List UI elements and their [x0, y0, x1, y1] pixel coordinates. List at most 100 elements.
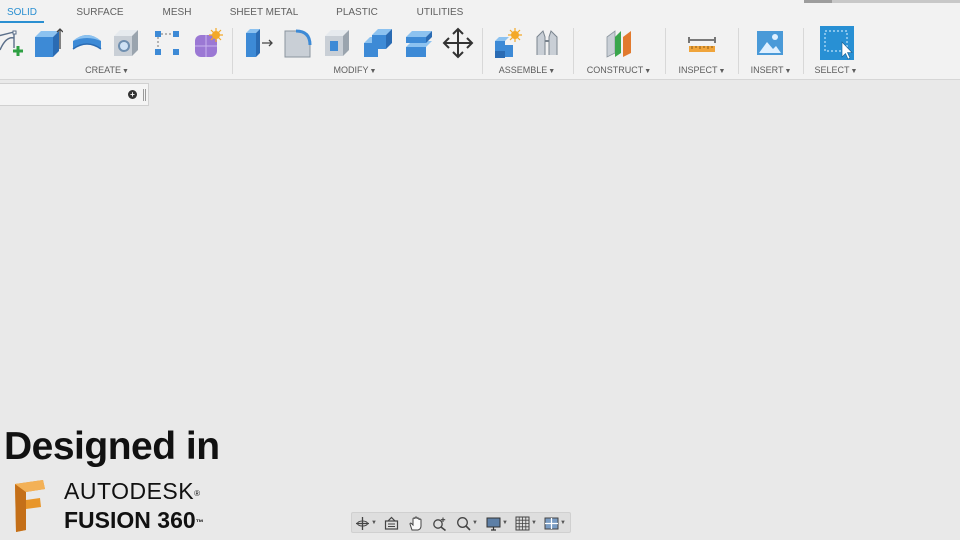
orbit-icon	[356, 516, 369, 530]
tab-plastic[interactable]: PLASTIC	[332, 5, 382, 23]
inspect-menu[interactable]: INSPECT▼	[675, 64, 729, 78]
measure-icon	[688, 37, 716, 52]
zoom-icon	[433, 517, 446, 531]
chevron-down-icon: ▼	[784, 68, 792, 75]
select-button[interactable]	[820, 26, 854, 60]
create-sketch-button[interactable]	[0, 26, 28, 60]
create-label: CREATE	[85, 65, 121, 75]
viewports-icon	[544, 517, 559, 529]
extrude-button[interactable]	[30, 26, 64, 60]
new-component-icon	[495, 28, 522, 58]
chevron-down-icon: ▼	[121, 68, 129, 75]
chevron-down-icon: ▼	[369, 68, 377, 75]
navigation-bar: ▼ ▼ ▼ ▼ ▼	[351, 512, 571, 533]
toolbar-ribbon: SOLID SURFACE MESH SHEET METAL PLASTIC U…	[0, 0, 960, 80]
create-form-icon	[195, 28, 223, 57]
fusion-360-window: SOLID SURFACE MESH SHEET METAL PLASTIC U…	[0, 0, 960, 540]
divider	[573, 28, 574, 74]
viewports-button[interactable]: ▼	[544, 515, 566, 531]
product-name: FUSION 360	[64, 507, 196, 533]
chevron-down-icon: ▼	[850, 68, 858, 75]
orbit-button[interactable]: ▼	[355, 515, 377, 531]
press-pull-icon	[246, 29, 273, 57]
combine-icon	[364, 29, 392, 57]
zoom-button[interactable]	[432, 515, 447, 531]
joint-button[interactable]	[530, 26, 564, 60]
autodesk-wordmark: AUTODESK®	[64, 478, 201, 504]
press-pull-button[interactable]	[241, 26, 275, 60]
chevron-down-icon: ▼	[718, 68, 726, 75]
move-icon	[442, 27, 474, 59]
modify-label: MODIFY	[333, 65, 369, 75]
divider	[803, 28, 804, 74]
divider	[482, 28, 483, 74]
create-form-button[interactable]	[190, 26, 224, 60]
shell-button[interactable]	[321, 26, 355, 60]
trademark-mark: ™	[195, 518, 204, 527]
pan-icon	[409, 515, 422, 530]
move-button[interactable]	[441, 26, 475, 60]
pan-button[interactable]	[408, 515, 423, 531]
tab-solid[interactable]: SOLID	[0, 5, 44, 23]
chevron-down-icon: ▼	[502, 520, 508, 526]
pattern-icon	[155, 31, 179, 55]
pattern-button[interactable]	[150, 26, 184, 60]
extrude-icon	[35, 28, 63, 57]
select-icon	[820, 26, 854, 60]
joint-icon	[536, 30, 558, 55]
fit-button[interactable]: ▼	[456, 515, 478, 531]
chevron-down-icon: ▼	[560, 520, 566, 526]
shell-icon	[325, 30, 349, 56]
fusion-360-wordmark: FUSION 360™	[64, 507, 204, 533]
grid-settings-icon	[515, 516, 530, 530]
assemble-label: ASSEMBLE	[498, 65, 548, 75]
chevron-down-icon: ▼	[548, 68, 556, 75]
chevron-down-icon: ▼	[371, 520, 377, 526]
display-settings-button[interactable]: ▼	[486, 515, 508, 531]
tab-mesh[interactable]: MESH	[158, 5, 196, 23]
fillet-button[interactable]	[281, 26, 315, 60]
assemble-menu[interactable]: ASSEMBLE▼	[494, 64, 560, 78]
divider	[232, 28, 233, 74]
offset-face-icon	[406, 31, 432, 57]
tab-utilities[interactable]: UTILITIES	[414, 5, 466, 23]
chevron-down-icon: ▼	[644, 68, 652, 75]
construct-label: CONSTRUCT	[586, 65, 644, 75]
create-menu[interactable]: CREATE▼	[80, 64, 134, 78]
company-name: AUTODESK	[64, 478, 195, 504]
insert-menu[interactable]: INSERT▼	[748, 64, 794, 78]
divider	[738, 28, 739, 74]
revolve-icon	[72, 35, 102, 50]
hole-button[interactable]	[110, 26, 144, 60]
display-settings-icon	[486, 517, 501, 531]
insert-image-button[interactable]	[753, 26, 787, 60]
revolve-button[interactable]	[70, 26, 104, 60]
top-edge-strip-dark	[804, 0, 832, 3]
look-at-icon	[384, 516, 399, 530]
registered-mark: ®	[194, 489, 201, 498]
look-at-button[interactable]	[384, 515, 399, 531]
insert-image-icon	[757, 31, 783, 55]
construct-menu[interactable]: CONSTRUCT▼	[582, 64, 656, 78]
offset-plane-button[interactable]	[602, 26, 636, 60]
offset-face-button[interactable]	[401, 26, 435, 60]
offset-plane-icon	[606, 30, 631, 58]
combine-button[interactable]	[361, 26, 395, 60]
grid-settings-button[interactable]: ▼	[515, 515, 537, 531]
measure-button[interactable]	[685, 26, 719, 60]
divider	[665, 28, 666, 74]
select-menu[interactable]: SELECT▼	[810, 64, 862, 78]
hole-icon	[114, 30, 138, 56]
fillet-icon	[284, 29, 312, 58]
create-sketch-icon	[0, 30, 23, 56]
select-label: SELECT	[814, 65, 850, 75]
new-component-button[interactable]	[490, 26, 524, 60]
fit-icon	[457, 516, 471, 531]
modify-menu[interactable]: MODIFY▼	[328, 64, 382, 78]
tab-sheet-metal[interactable]: SHEET METAL	[226, 5, 302, 23]
tab-surface[interactable]: SURFACE	[72, 5, 128, 23]
chevron-down-icon: ▼	[531, 520, 537, 526]
workspace-tabs: SOLID SURFACE MESH SHEET METAL PLASTIC U…	[0, 5, 960, 23]
fusion-360-logo	[15, 480, 45, 532]
design-canvas[interactable]	[0, 81, 960, 540]
